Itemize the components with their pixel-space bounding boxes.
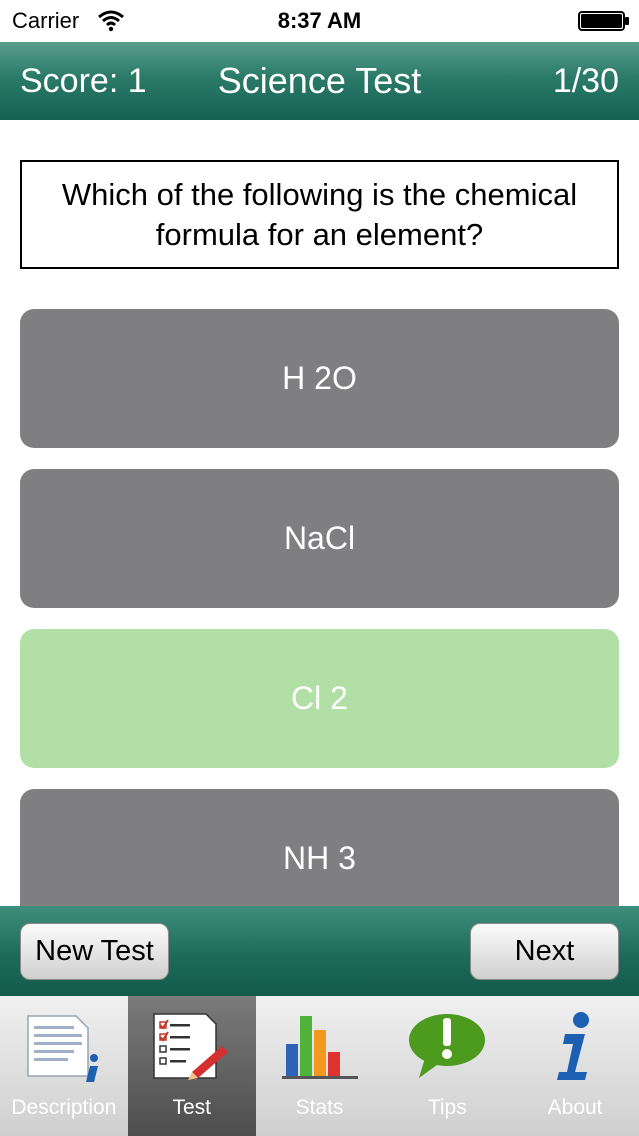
bar-chart-icon [281,1016,358,1079]
tab-test[interactable]: Test [127,996,256,1136]
question-progress: 1/30 [552,62,619,100]
answer-option-3-correct[interactable]: Cl 2 [20,629,619,768]
tab-description[interactable]: Description [0,996,128,1136]
answer-option-1[interactable]: H 2O [20,309,619,448]
answer-option-2[interactable]: NaCl [20,469,619,608]
tab-label-test: Test [172,1096,211,1119]
status-bar: Carrier 8:37 AM [0,0,639,42]
status-time: 8:37 AM [277,8,362,33]
document-info-icon [27,1015,98,1082]
tab-label-about: About [547,1096,603,1119]
tab-label-stats: Stats [295,1096,344,1119]
action-bar: New Test Next [0,906,639,996]
battery-icon [578,11,629,31]
next-button[interactable]: Next [470,923,619,980]
new-test-button[interactable]: New Test [20,923,169,980]
exclamation-bubble-icon [409,1014,486,1078]
tab-bar: Description Test Stats Tips About [0,996,639,1136]
tab-about[interactable]: About [511,996,639,1136]
question-text: Which of the following is the chemical f… [20,160,619,269]
tab-label-description: Description [11,1096,117,1119]
tab-tips[interactable]: Tips [383,996,511,1136]
tab-label-tips: Tips [427,1096,467,1119]
info-icon [557,1012,590,1080]
checklist-pencil-icon [153,1013,228,1080]
page-title: Science Test [217,60,422,101]
tab-stats[interactable]: Stats [256,996,384,1136]
header-bar: Score: 1 Science Test 1/30 [0,42,639,120]
